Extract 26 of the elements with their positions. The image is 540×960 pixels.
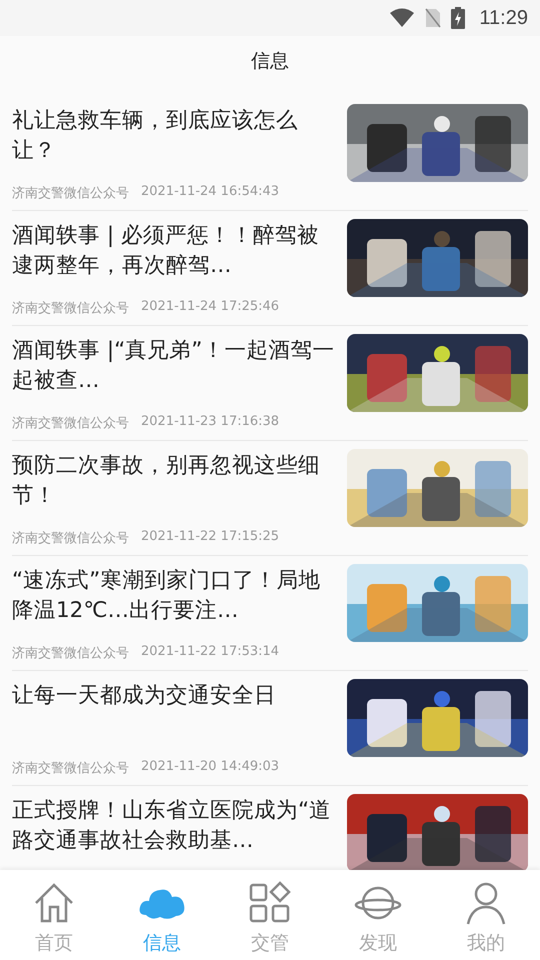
battery-icon — [451, 7, 466, 29]
article-source: 济南交警微信公众号 — [12, 185, 129, 202]
article-time: 2021-11-20 14:49:03 — [141, 759, 280, 776]
wifi-icon — [389, 8, 416, 28]
article-title[interactable]: “速冻式”寒潮到家门口了！局地降温12℃…出行要注… — [12, 564, 336, 626]
article-source: 济南交警微信公众号 — [12, 415, 129, 432]
article-time: 2021-11-22 17:15:25 — [141, 529, 280, 546]
page-title: 信息 — [251, 49, 289, 74]
article-time: 2021-11-24 17:25:46 — [141, 299, 280, 316]
article-time: 2021-11-23 17:16:38 — [141, 414, 280, 431]
article-title[interactable]: 礼让急救车辆，到底应该怎么让？ — [12, 104, 336, 166]
article-title[interactable]: 正式授牌！山东省立医院成为“道路交通事故社会救助基… — [12, 794, 336, 856]
no-sim-icon — [425, 8, 442, 28]
article-title[interactable]: 酒闻轶事 | 必须严惩！！醉驾被逮两整年，再次醉驾… — [12, 219, 336, 281]
article-source: 济南交警微信公众号 — [12, 300, 129, 317]
person-icon — [464, 881, 508, 925]
article-time: 2021-11-24 16:54:43 — [141, 184, 280, 201]
clock-time: 11:29 — [479, 6, 528, 30]
article-title[interactable]: 预防二次事故，别再忽视这些细节！ — [12, 449, 336, 511]
article-source: 济南交警微信公众号 — [12, 760, 129, 777]
article-time: 2021-11-22 17:53:14 — [141, 644, 280, 661]
grid-icon — [248, 881, 292, 925]
article-source: 济南交警微信公众号 — [12, 530, 129, 547]
article-source: 济南交警微信公众号 — [12, 645, 129, 662]
article-title[interactable]: 酒闻轶事 |“真兄弟”！一起酒驾一起被查… — [12, 334, 336, 396]
article-title[interactable]: 让每一天都成为交通安全日 — [12, 679, 336, 711]
